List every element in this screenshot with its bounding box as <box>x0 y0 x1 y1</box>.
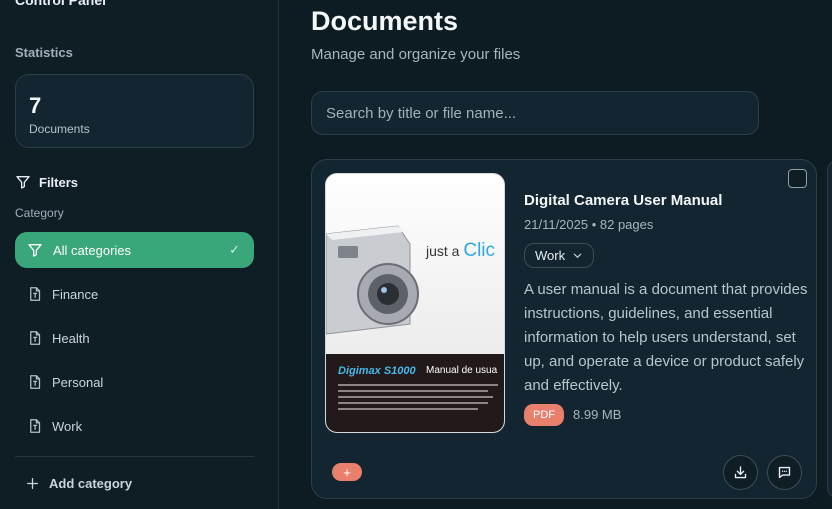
file-icon <box>27 330 42 346</box>
comment-button[interactable] <box>767 455 802 490</box>
funnel-icon <box>15 174 31 190</box>
document-title[interactable]: Digital Camera User Manual <box>524 192 722 209</box>
category-item-work[interactable]: Work <box>15 408 254 444</box>
camera-illustration <box>326 225 419 335</box>
category-item-finance[interactable]: Finance <box>15 276 254 312</box>
page-subtitle: Manage and organize your files <box>311 46 521 63</box>
chevron-down-icon <box>572 250 583 261</box>
category-item-label: Finance <box>52 286 99 302</box>
category-item-label: All categories <box>53 242 132 258</box>
file-size: 8.99 MB <box>573 407 622 422</box>
check-icon: ✓ <box>229 242 240 257</box>
next-document-card[interactable] <box>827 159 832 499</box>
select-checkbox[interactable] <box>788 169 807 188</box>
documents-stat-card: 7 Documents <box>15 74 254 148</box>
documents-count: 7 <box>29 93 42 118</box>
thumbnail-brand-sub: Manual de usua <box>426 365 498 376</box>
sidebar: Control Panel Statistics 7 Documents Fil… <box>0 0 279 509</box>
document-description: A user manual is a document that provide… <box>524 281 808 394</box>
document-thumbnail[interactable]: just a Clic Digimax S1000 Manual de usua <box>325 173 505 433</box>
thumbnail-photo: just a Clic <box>326 174 504 354</box>
filters-label: Filters <box>39 174 79 190</box>
thumbnail-fine-print <box>338 390 488 392</box>
tag-label: Work <box>535 248 566 263</box>
file-icon <box>27 374 42 390</box>
plus-icon <box>26 477 39 490</box>
add-category-button[interactable]: Add category <box>26 476 132 491</box>
filters-heading: Filters <box>15 174 78 190</box>
thumbnail-fine-print <box>338 408 478 410</box>
download-icon <box>733 465 748 480</box>
add-tag-button[interactable]: + <box>332 463 362 481</box>
file-type-badge: PDF <box>524 404 564 426</box>
search-input[interactable] <box>311 91 759 135</box>
add-category-label: Add category <box>49 476 133 491</box>
thumbnail-slogan: just a Clic <box>426 240 496 261</box>
documents-count-label: Documents <box>29 122 90 136</box>
page-title: Documents <box>311 6 459 36</box>
category-item-health[interactable]: Health <box>15 320 254 356</box>
download-button[interactable] <box>723 455 758 490</box>
category-item-label: Work <box>52 418 83 434</box>
file-icon <box>27 286 42 302</box>
thumbnail-brand: Digimax S1000 <box>338 365 416 377</box>
statistics-label: Statistics <box>15 45 73 60</box>
app-title: Control Panel <box>15 0 107 8</box>
message-icon <box>777 465 792 480</box>
sidebar-divider <box>15 456 254 457</box>
category-item-all[interactable]: All categories ✓ <box>15 232 254 268</box>
category-label: Category <box>15 206 64 220</box>
funnel-icon <box>27 242 43 258</box>
thumbnail-fine-print <box>338 396 493 398</box>
document-meta: 21/11/2025 • 82 pages <box>524 217 654 232</box>
thumbnail-fine-print <box>338 402 488 404</box>
category-tag-select[interactable]: Work <box>524 243 595 268</box>
thumbnail-fine-print <box>338 384 498 386</box>
file-icon <box>27 418 42 434</box>
category-item-personal[interactable]: Personal <box>15 364 254 400</box>
category-item-label: Personal <box>52 374 104 390</box>
document-card[interactable]: just a Clic Digimax S1000 Manual de usua… <box>311 159 817 499</box>
category-item-label: Health <box>52 330 90 346</box>
